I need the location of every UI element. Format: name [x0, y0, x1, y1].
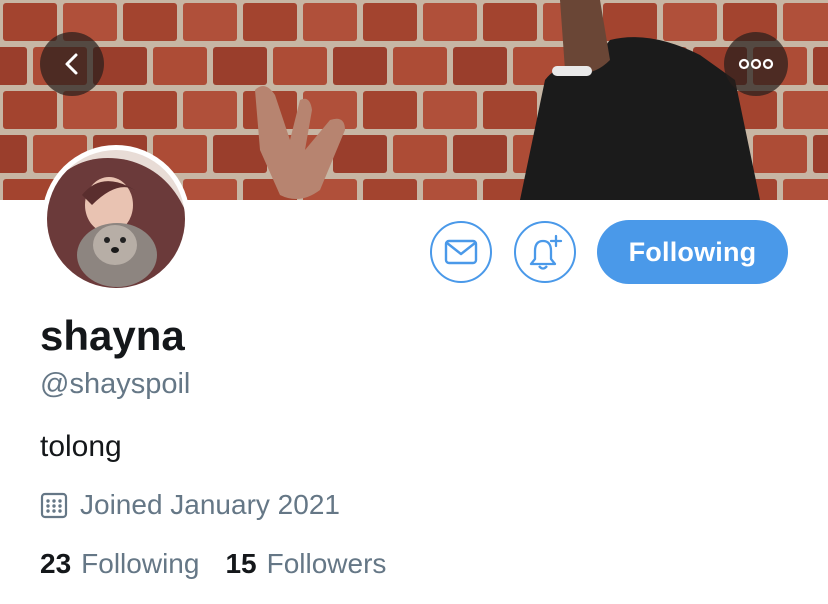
display-name: shayna [40, 312, 185, 359]
more-options-button[interactable] [724, 32, 788, 96]
notifications-button[interactable] [514, 221, 576, 283]
following-label: Following [81, 548, 200, 579]
joined-date-row: Joined January 2021 [40, 488, 340, 522]
following-stat[interactable]: 23 Following [40, 548, 199, 580]
joined-date: Joined January 2021 [80, 489, 340, 520]
message-button[interactable] [430, 221, 492, 283]
avatar[interactable] [42, 145, 190, 293]
envelope-icon [444, 239, 478, 265]
avatar-image [47, 150, 185, 288]
follow-stats: 23 Following 15 Followers [40, 548, 386, 580]
followers-label: Followers [266, 548, 387, 579]
calendar-icon [40, 492, 68, 519]
ellipsis-icon [738, 58, 774, 70]
following-button[interactable]: Following [597, 220, 788, 284]
chevron-left-icon [65, 53, 78, 75]
followers-count: 15 [225, 548, 257, 579]
back-button[interactable] [40, 32, 104, 96]
username-handle: @shayspoil [40, 368, 191, 400]
followers-stat[interactable]: 15 Followers [225, 548, 386, 580]
bell-plus-icon [529, 234, 563, 270]
bio: tolong [40, 430, 122, 463]
following-count: 23 [40, 548, 72, 579]
